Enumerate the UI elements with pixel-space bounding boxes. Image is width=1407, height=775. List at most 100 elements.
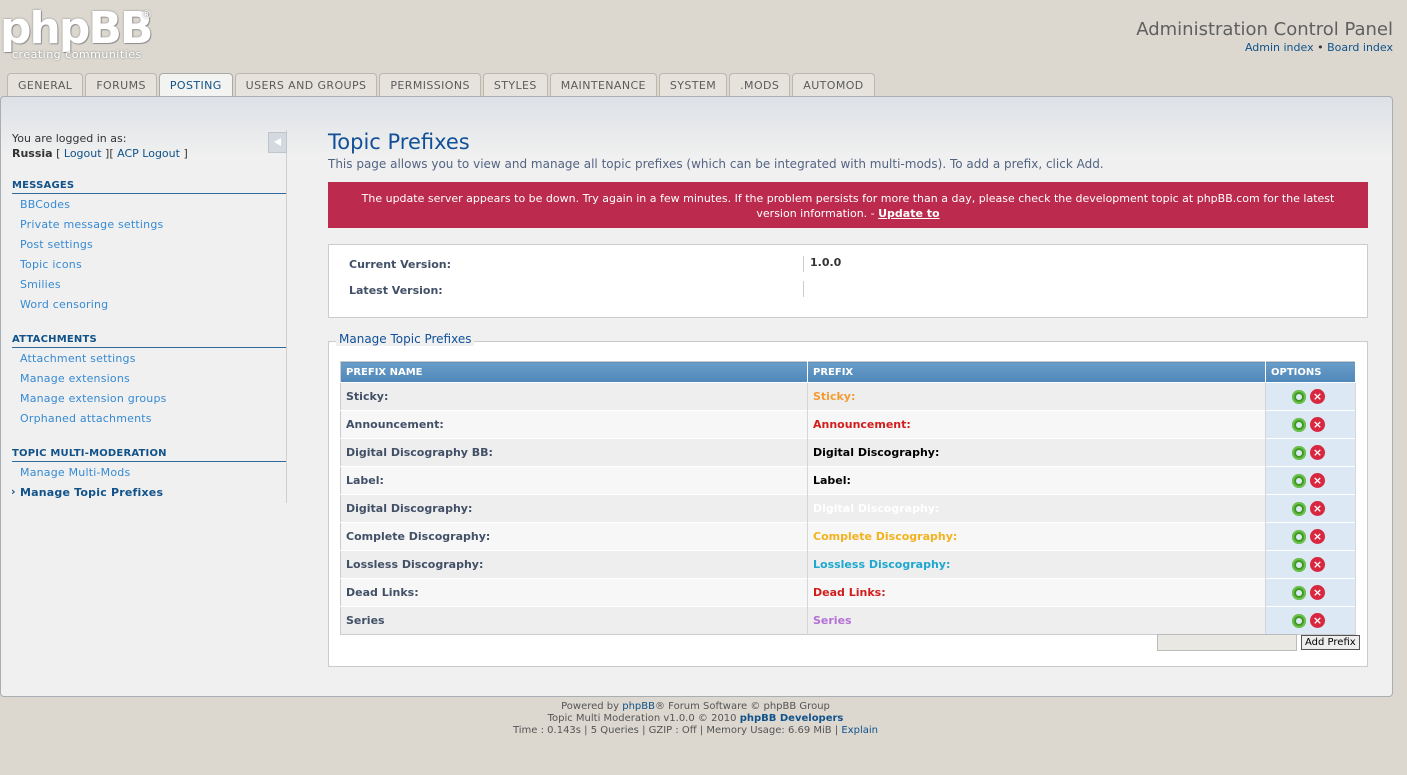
edit-gear-icon[interactable]: [1292, 613, 1306, 628]
latest-version-value: [803, 281, 810, 297]
edit-gear-icon[interactable]: [1292, 417, 1306, 432]
update-error-box: The update server appears to be down. Tr…: [328, 182, 1368, 228]
tab-permissions[interactable]: PERMISSIONS: [379, 73, 481, 96]
menu-item-orphaned-attachments[interactable]: Orphaned attachments: [20, 412, 152, 425]
footer-phpbb-developers: phpBB Developers: [739, 713, 844, 724]
table-row: Announcement: Announcement: ×: [340, 410, 1356, 439]
fieldset-legend: Manage Topic Prefixes: [336, 332, 475, 346]
tab-styles[interactable]: STYLES: [482, 73, 548, 96]
delete-icon[interactable]: ×: [1310, 389, 1325, 404]
board-index-link[interactable]: Board index: [1327, 41, 1393, 54]
update-error-text: The update server appears to be down. Tr…: [361, 192, 1335, 220]
footer-line-powered: Powered by phpBB® Forum Software © phpBB…: [0, 701, 1391, 713]
phpbb-logo[interactable]: phpBB ® creating communities: [0, 4, 160, 64]
table-row: Dead Links: Dead Links: ×: [340, 578, 1356, 607]
edit-gear-icon[interactable]: [1292, 585, 1306, 600]
menu-item-private-message-settings[interactable]: Private message settings: [20, 218, 163, 231]
tab-mods[interactable]: .MODS: [729, 73, 791, 96]
main-tabs: GENERAL FORUMS POSTING USERS AND GROUPS …: [7, 73, 877, 98]
prefix-preview-cell: Digital Discography:: [807, 438, 1266, 467]
delete-icon[interactable]: ×: [1310, 445, 1325, 460]
prefix-name-cell: Announcement:: [340, 410, 808, 439]
delete-icon[interactable]: ×: [1310, 501, 1325, 516]
delete-icon[interactable]: ×: [1310, 473, 1325, 488]
collapse-sidebar-icon[interactable]: [268, 132, 287, 153]
prefix-name-cell: Lossless Discography:: [340, 550, 808, 579]
add-prefix-input[interactable]: [1157, 634, 1297, 651]
menu-item-manage-multi-mods[interactable]: Manage Multi-Mods: [20, 466, 130, 479]
sidebar-divider: [286, 130, 287, 503]
acp-logout-link[interactable]: ACP Logout: [117, 147, 180, 160]
logo-tagline: creating communities: [12, 48, 142, 61]
tab-automod[interactable]: AUTOMOD: [792, 73, 875, 96]
prefix-name-cell: Digital Discography:: [340, 494, 808, 523]
logout-link[interactable]: Logout: [64, 147, 102, 160]
username: Russia: [12, 147, 53, 160]
footer-line-stats: Time : 0.143s | 5 Queries | GZIP : Off |…: [0, 725, 1391, 737]
edit-gear-icon[interactable]: [1292, 529, 1306, 544]
footer: Powered by phpBB® Forum Software © phpBB…: [0, 701, 1391, 737]
prefixes-table: PREFIX NAME PREFIX OPTIONS Sticky: Sticky…: [340, 361, 1356, 635]
edit-gear-icon[interactable]: [1292, 445, 1306, 460]
footer-stats: Time : 0.143s | 5 Queries | GZIP : Off |…: [512, 725, 842, 736]
table-row: Digital Discography BB: Digital Discograp…: [340, 438, 1356, 467]
footer-line-tmm: Topic Multi Moderation v1.0.0 © 2010 php…: [0, 713, 1391, 725]
menu-item-attachment-settings[interactable]: Attachment settings: [20, 352, 136, 365]
prefix-preview-cell: Label:: [807, 466, 1266, 495]
options-cell: ×: [1265, 522, 1356, 551]
menu-item-manage-extensions[interactable]: Manage extensions: [20, 372, 130, 385]
footer-powered-post: ® Forum Software © phpBB Group: [655, 701, 830, 712]
table-row: Label: Label: ×: [340, 466, 1356, 495]
version-box: Current Version: 1.0.0 Latest Version:: [328, 244, 1368, 318]
delete-icon[interactable]: ×: [1310, 557, 1325, 572]
options-cell: ×: [1265, 606, 1356, 635]
prefix-preview-cell: Dead Links:: [807, 578, 1266, 607]
table-header-row: PREFIX NAME PREFIX OPTIONS: [340, 361, 1356, 383]
logged-in-label: You are logged in as:: [12, 132, 127, 145]
delete-icon[interactable]: ×: [1310, 417, 1325, 432]
delete-icon[interactable]: ×: [1310, 585, 1325, 600]
header-link-separator: •: [1313, 41, 1328, 54]
phpbb-link[interactable]: phpBB: [622, 701, 655, 712]
tab-users-and-groups[interactable]: USERS AND GROUPS: [234, 73, 378, 96]
prefix-name-cell: Label:: [340, 466, 808, 495]
column-header-prefix-name: PREFIX NAME: [340, 361, 808, 383]
page-description: This page allows you to view and manage …: [328, 157, 1104, 171]
tab-posting[interactable]: POSTING: [158, 73, 233, 98]
tab-system[interactable]: SYSTEM: [658, 73, 728, 96]
edit-gear-icon[interactable]: [1292, 501, 1306, 516]
update-link[interactable]: Update to: [878, 207, 939, 220]
acp-title: Administration Control Panel: [1136, 19, 1393, 40]
menu-item-smilies[interactable]: Smilies: [20, 278, 61, 291]
menu-item-topic-icons[interactable]: Topic icons: [20, 258, 82, 271]
tab-maintenance[interactable]: MAINTENANCE: [549, 73, 657, 96]
prefix-preview-cell: Lossless Discography:: [807, 550, 1266, 579]
delete-icon[interactable]: ×: [1310, 529, 1325, 544]
prefix-name-cell: Sticky:: [340, 382, 808, 411]
prefix-preview-cell: Complete Discography:: [807, 522, 1266, 551]
tab-general[interactable]: GENERAL: [7, 73, 84, 96]
menu-item-bbcodes[interactable]: BBCodes: [20, 198, 70, 211]
options-cell: ×: [1265, 466, 1356, 495]
table-row: Digital Discography: Digital Discography:…: [340, 494, 1356, 523]
tab-forums[interactable]: FORUMS: [85, 73, 157, 96]
edit-gear-icon[interactable]: [1292, 473, 1306, 488]
table-row: Series Series ×: [340, 606, 1356, 635]
prefix-preview-cell: Series: [807, 606, 1266, 635]
menu-item-manage-topic-prefixes[interactable]: Manage Topic Prefixes: [11, 485, 163, 499]
menu-item-word-censoring[interactable]: Word censoring: [20, 298, 108, 311]
logo-word: phpBB: [0, 3, 153, 54]
table-row: Lossless Discography: Lossless Discograph…: [340, 550, 1356, 579]
menu-item-manage-extension-groups[interactable]: Manage extension groups: [20, 392, 167, 405]
admin-index-link[interactable]: Admin index: [1245, 41, 1314, 54]
edit-gear-icon[interactable]: [1292, 389, 1306, 404]
menu-item-post-settings[interactable]: Post settings: [20, 238, 93, 251]
add-prefix-button[interactable]: Add Prefix: [1301, 635, 1360, 650]
prefix-preview-cell: Sticky:: [807, 382, 1266, 411]
edit-gear-icon[interactable]: [1292, 557, 1306, 572]
column-header-prefix: PREFIX: [807, 361, 1266, 383]
delete-icon[interactable]: ×: [1310, 613, 1325, 628]
latest-version-label: Latest Version:: [349, 284, 443, 297]
explain-link[interactable]: Explain: [841, 725, 878, 736]
options-cell: ×: [1265, 438, 1356, 467]
